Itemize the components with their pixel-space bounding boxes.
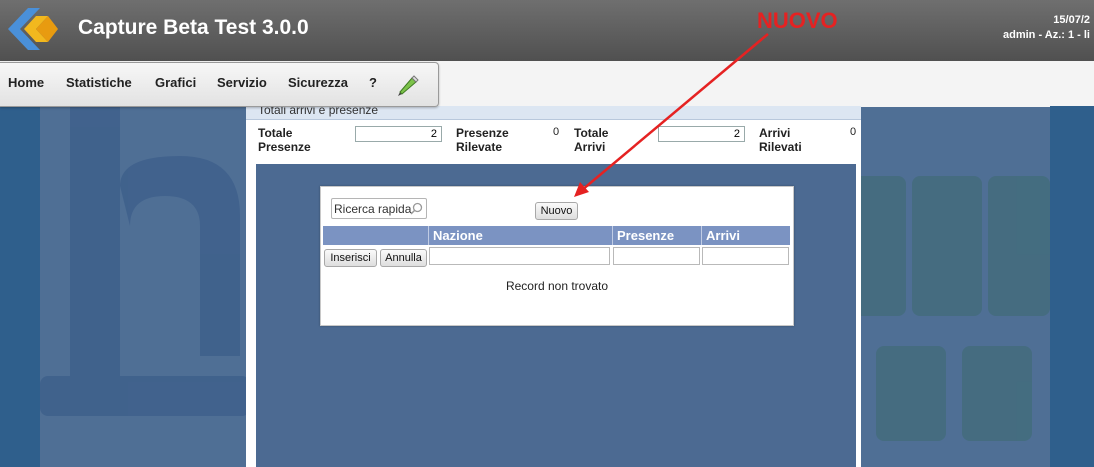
menu-grafici[interactable]: Grafici	[155, 75, 196, 90]
arrivi-rilevati-label: Arrivi Rilevati	[759, 126, 802, 154]
user-info: admin - Az.: 1 - li	[1003, 29, 1090, 41]
nazioni-dialog: Ricerca rapida Nuovo Nazione Presenze Ar…	[320, 186, 794, 326]
insert-button[interactable]: Inserisci	[324, 249, 377, 267]
column-presenze: Presenze	[612, 226, 701, 245]
menu-help[interactable]: ?	[369, 75, 377, 90]
table-header: Nazione Presenze Arrivi	[323, 226, 790, 245]
presenze-input[interactable]	[613, 247, 700, 265]
arrivi-input[interactable]	[702, 247, 789, 265]
panel-title: Totali arrivi e presenze	[246, 106, 861, 120]
background-stripe-right	[1050, 106, 1094, 467]
current-date: 15/07/2	[1053, 14, 1090, 26]
presenze-rilevate-value: 0	[553, 126, 560, 138]
new-button[interactable]: Nuovo	[535, 202, 578, 220]
app-header: Capture Beta Test 3.0.0 15/07/2 admin - …	[0, 0, 1094, 61]
search-input[interactable]: Ricerca rapida	[331, 198, 427, 219]
nazione-input[interactable]	[429, 247, 610, 265]
column-nazione: Nazione	[428, 226, 612, 245]
annotation-label: NUOVO	[757, 8, 838, 33]
totale-presenze-field[interactable]	[355, 126, 442, 142]
main-menu: Home Statistiche Grafici Servizio Sicure…	[0, 62, 439, 107]
empty-message: Record non trovato	[505, 279, 609, 293]
column-actions	[323, 226, 428, 245]
arrivi-rilevati-value: 0	[850, 126, 857, 138]
presenze-rilevate-label: Presenze Rilevate	[456, 126, 509, 154]
app-title: Capture Beta Test 3.0.0	[78, 16, 309, 39]
cancel-button[interactable]: Annulla	[380, 249, 427, 267]
menu-sicurezza[interactable]: Sicurezza	[288, 75, 348, 90]
totale-presenze-label: Totale Presenze	[258, 126, 311, 154]
totale-arrivi-label: Totale Arrivi	[574, 126, 609, 154]
search-placeholder: Ricerca rapida	[334, 202, 412, 216]
search-icon[interactable]	[410, 202, 423, 215]
menu-statistiche[interactable]: Statistiche	[66, 75, 132, 90]
menu-servizio[interactable]: Servizio	[217, 75, 267, 90]
app-logo-icon	[8, 8, 58, 50]
column-arrivi: Arrivi	[701, 226, 790, 245]
background-stripe-left	[0, 106, 40, 467]
menu-home[interactable]: Home	[8, 75, 44, 90]
totale-arrivi-field[interactable]	[658, 126, 745, 142]
pencil-icon[interactable]	[394, 72, 420, 98]
session-info: 15/07/2 admin - Az.: 1 - li	[1003, 13, 1090, 43]
